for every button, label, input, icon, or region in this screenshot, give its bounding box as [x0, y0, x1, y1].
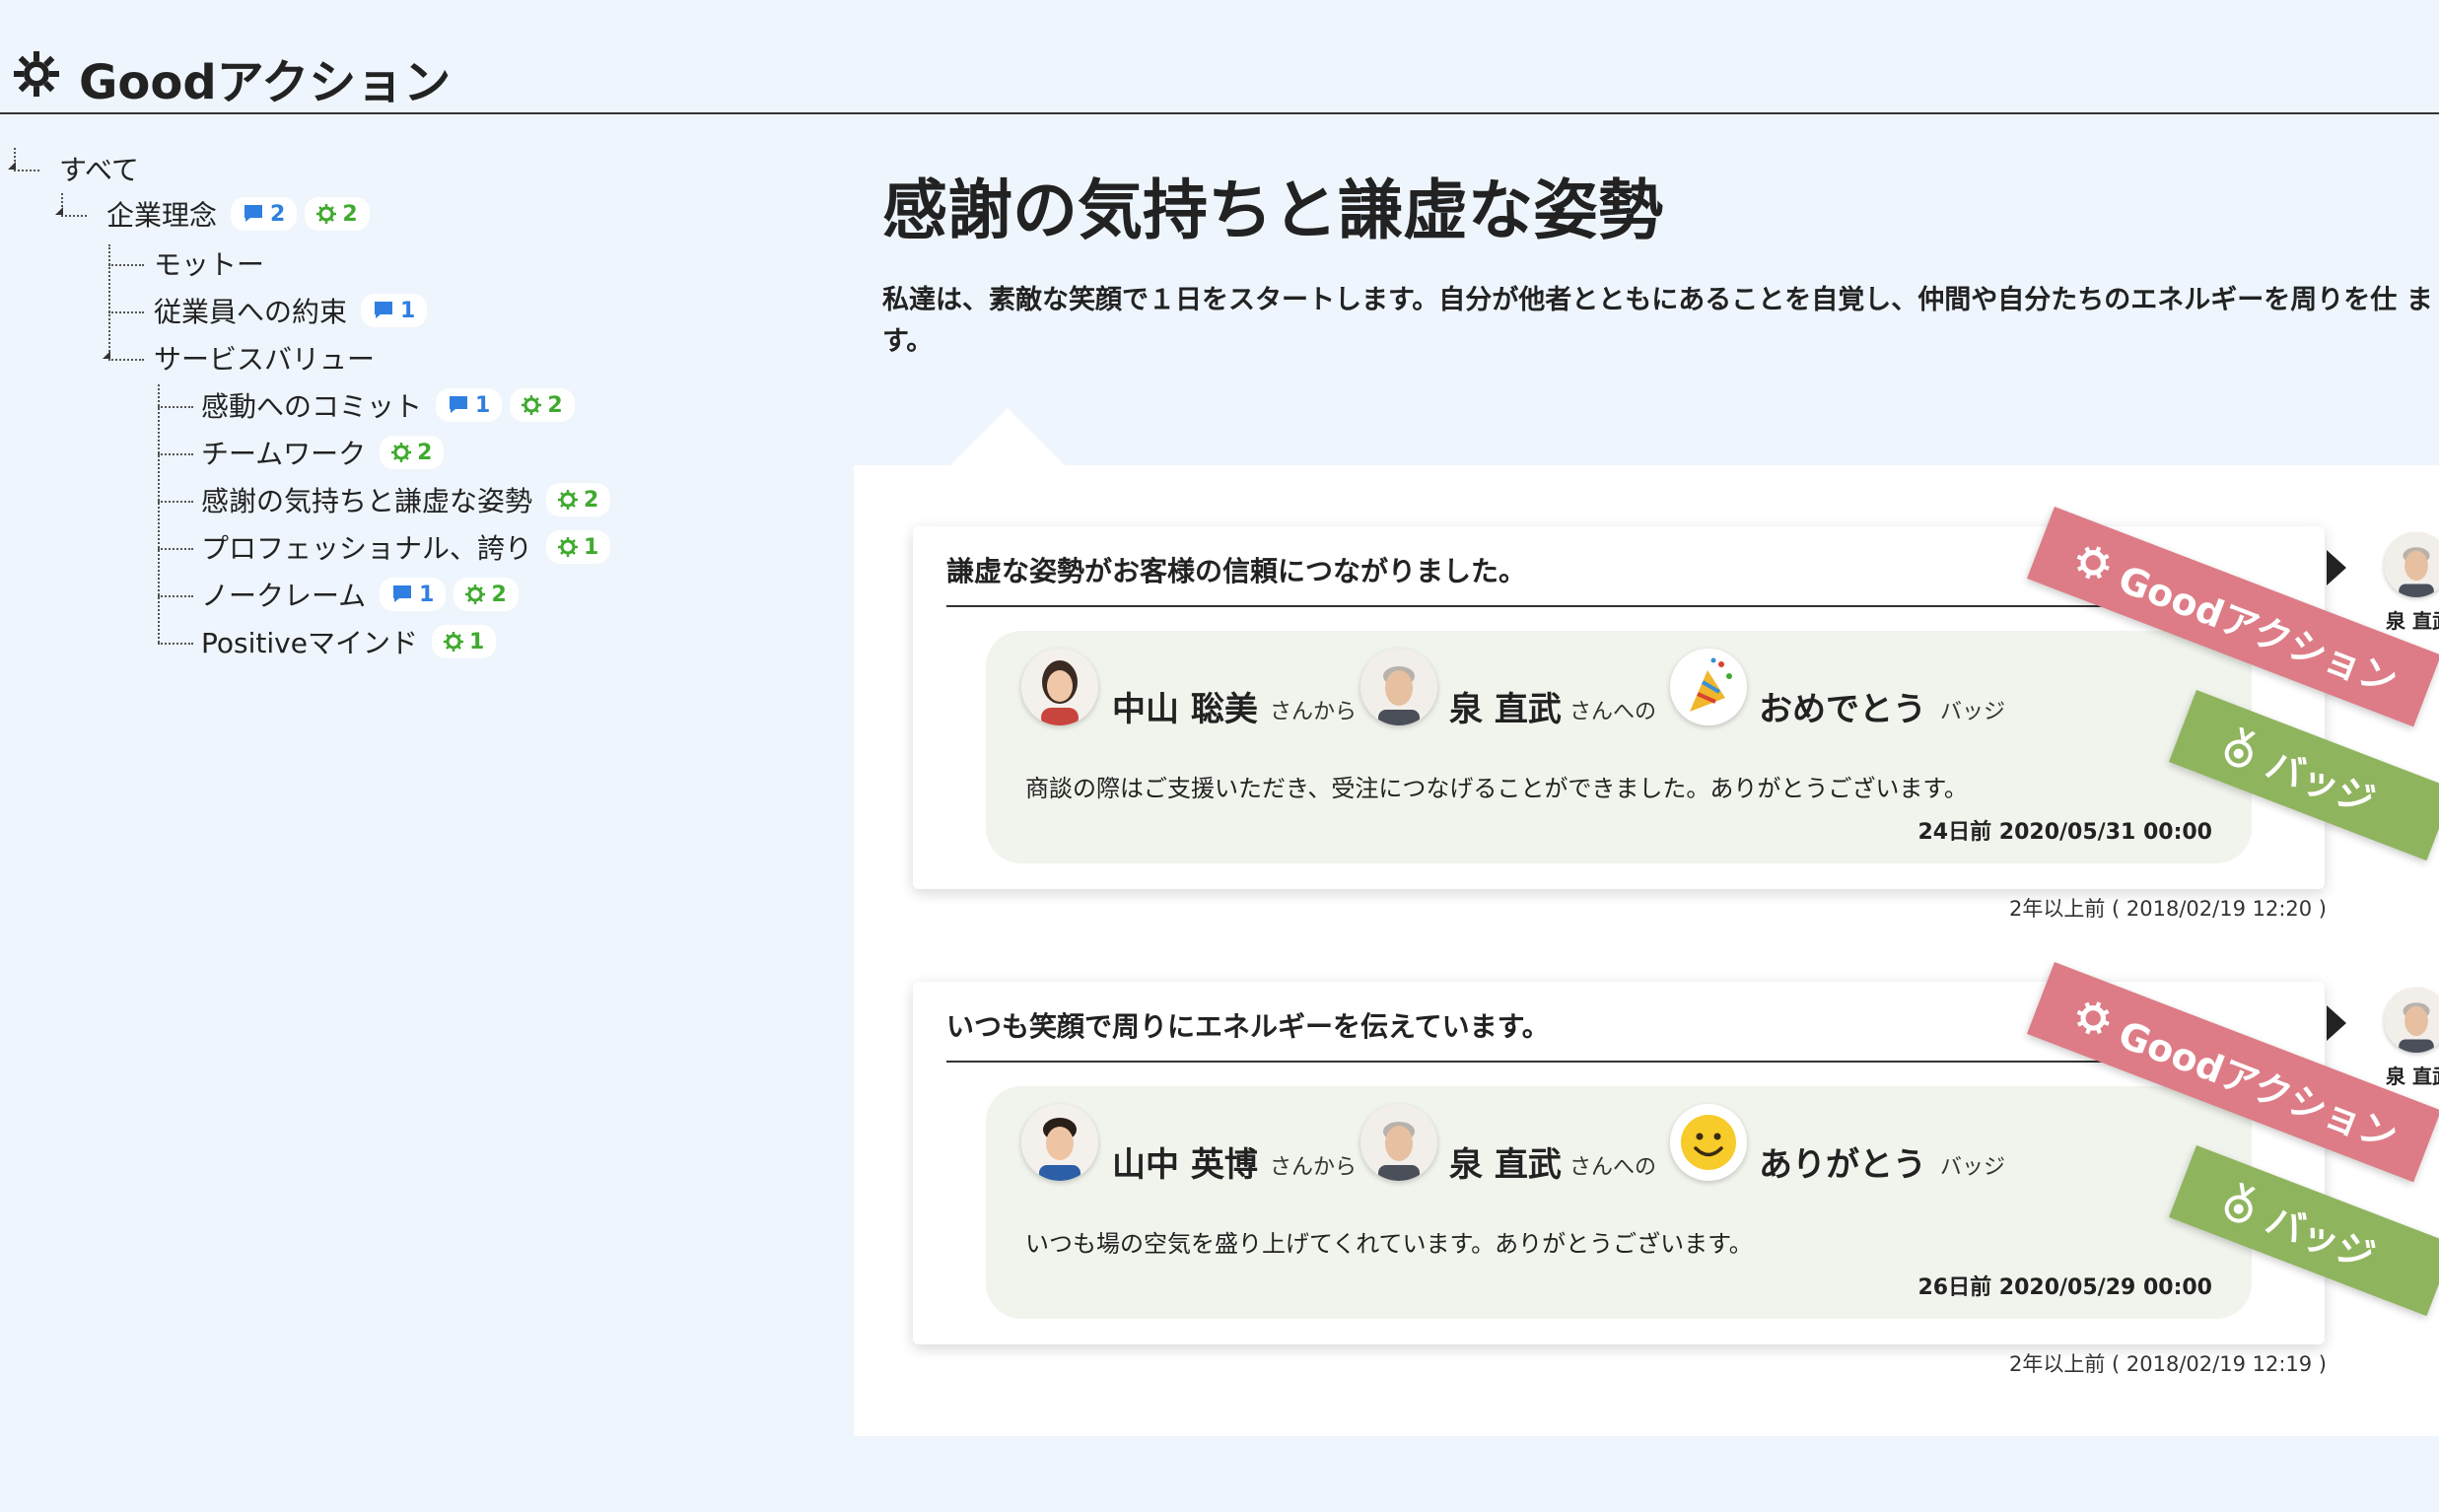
man-avatar-icon: [1360, 1104, 1437, 1181]
recipient-suffix: さんへの: [1569, 700, 1657, 724]
tree-item-commit-to-excitement[interactable]: 感動へのコミット 1 2: [201, 384, 583, 426]
recipient-name: 泉 直武: [1449, 1145, 1562, 1185]
comment-count-badge: 1: [361, 294, 428, 327]
tree-item-no-claim[interactable]: ノークレーム 1 2: [201, 574, 526, 615]
message-timestamp: 24日前 2020/05/31 00:00: [1917, 820, 2213, 845]
badge-message: 中山 聡美 さんから 泉 直武 さんへの おめでとう バッジ 商談の際はご支援い…: [986, 631, 2252, 863]
gear-icon: [465, 584, 486, 604]
tree-item-label: サービスバリュー: [154, 343, 376, 376]
good-count-badge: 2: [380, 436, 445, 469]
page-title: 感謝の気持ちと謙虚な姿勢: [882, 172, 1663, 248]
comment-count-badge: 2: [231, 197, 298, 231]
panel-pointer: [948, 408, 1067, 467]
message-text: いつも場の空気を盛り上げてくれています。ありがとうございます。: [1025, 1230, 1753, 1258]
comment-icon: [244, 205, 263, 222]
sender-suffix: さんから: [1270, 700, 1358, 724]
comment-count: 1: [400, 298, 416, 323]
page-description: 私達は、素敵な笑顔で１日をスタートします。自分が他者とともにあることを自覚し、仲…: [882, 285, 2433, 357]
recipient-avatar[interactable]: [1360, 1104, 1437, 1181]
good-count: 2: [342, 201, 358, 227]
good-count-badge: 2: [510, 388, 575, 422]
tree-item-label: 感動へのコミット: [201, 390, 423, 423]
sender-suffix: さんから: [1270, 1155, 1358, 1180]
good-count: 2: [584, 487, 599, 513]
recipient-side-name: 泉 直武: [2386, 609, 2439, 633]
good-count-badge: 2: [305, 197, 370, 231]
good-count: 1: [468, 629, 485, 654]
gear-icon: [391, 443, 412, 462]
play-arrow-icon[interactable]: [2327, 1005, 2346, 1041]
party-popper-icon: [1670, 649, 1747, 725]
good-count-badge: 2: [453, 578, 519, 611]
good-count: 2: [417, 440, 433, 465]
sender-name: 山中 英博: [1112, 1145, 1258, 1185]
recipient-suffix: さんへの: [1569, 1155, 1657, 1180]
tree-item-label: プロフェッショナル、誇り: [201, 532, 533, 565]
tree-item-label: 従業員への約束: [154, 296, 348, 328]
tree-item-motto[interactable]: モットー: [154, 242, 278, 284]
tree-item-employee-promise[interactable]: 従業員への約束 1: [154, 290, 435, 331]
good-count-badge: 2: [546, 483, 611, 516]
smiley-icon: [1670, 1104, 1747, 1181]
tree-item-service-value[interactable]: サービスバリュー: [154, 337, 388, 378]
tree-item-label: チームワーク: [201, 438, 367, 470]
good-count: 1: [584, 534, 599, 560]
gear-icon: [558, 490, 579, 510]
comment-icon: [393, 585, 412, 602]
category-tree: すべて 企業理念 2 2 モットー 従業員への約束 1 サービスバリュー 感動へ…: [0, 0, 848, 690]
good-count-badge: 1: [431, 625, 497, 658]
recipient-name: 泉 直武: [1449, 690, 1562, 729]
comment-count: 1: [419, 582, 435, 607]
tree-item-gratitude-humility[interactable]: 感謝の気持ちと謙虚な姿勢 2: [201, 479, 618, 520]
man-avatar-icon: [1360, 649, 1437, 725]
gear-icon: [443, 632, 463, 652]
medal-icon: [2224, 1182, 2256, 1223]
tree-item-teamwork[interactable]: チームワーク 2: [201, 432, 452, 473]
sender-avatar[interactable]: [1021, 1104, 1098, 1181]
badge-image: [1670, 649, 1747, 725]
message-timestamp: 26日前 2020/05/29 00:00: [1917, 1275, 2213, 1300]
comment-count: 1: [475, 392, 491, 418]
tree-item-label: ノークレーム: [201, 580, 367, 612]
gear-icon: [558, 537, 579, 557]
good-count: 2: [547, 392, 563, 418]
comment-count-badge: 1: [380, 578, 447, 611]
badge-suffix: バッジ: [1940, 700, 2006, 724]
gear-icon: [522, 395, 542, 415]
tree-item-all[interactable]: すべて: [59, 148, 153, 189]
sender-name: 中山 聡美: [1112, 690, 1258, 729]
tree-item-professional-pride[interactable]: プロフェッショナル、誇り 1: [201, 526, 618, 568]
sender-avatar[interactable]: [1021, 649, 1098, 725]
good-count: 2: [491, 582, 507, 607]
comment-count-badge: 1: [436, 388, 503, 422]
post-timestamp: 2年以上前 ( 2018/02/19 12:19 ): [2009, 1352, 2328, 1376]
man-avatar-icon: [1021, 1104, 1098, 1181]
comment-count: 2: [270, 201, 286, 227]
gear-icon: [316, 204, 337, 224]
tree-item-label: すべて: [59, 154, 139, 186]
comment-icon: [375, 302, 393, 318]
gear-icon: [2076, 1001, 2110, 1035]
badge-message: 山中 英博 さんから 泉 直武 さんへの ありがとう バッジ いつも場の空気を盛…: [986, 1086, 2252, 1319]
badge-name: おめでとう: [1759, 690, 1926, 729]
recipient-side-name: 泉 直武: [2386, 1065, 2439, 1088]
woman-avatar-icon: [1021, 649, 1098, 725]
message-text: 商談の際はご支援いただき、受注につなげることができました。ありがとうございます。: [1025, 775, 1968, 802]
post-timestamp: 2年以上前 ( 2018/02/19 12:20 ): [2009, 897, 2328, 921]
medal-icon: [2224, 726, 2256, 768]
tree-item-corporate-philosophy[interactable]: 企業理念 2 2: [106, 193, 378, 235]
comment-icon: [450, 396, 468, 413]
gear-icon: [2076, 546, 2110, 580]
recipient-avatar[interactable]: [1360, 649, 1437, 725]
tree-item-label: 企業理念: [106, 199, 218, 232]
tree-item-label: モットー: [154, 248, 265, 281]
badge-suffix: バッジ: [1940, 1155, 2006, 1180]
tree-item-label: Positiveマインド: [201, 627, 418, 659]
play-arrow-icon[interactable]: [2327, 550, 2346, 585]
good-count-badge: 1: [546, 530, 611, 564]
tree-item-label: 感謝の気持ちと謙虚な姿勢: [201, 485, 533, 517]
tree-item-positive-mind[interactable]: Positiveマインド 1: [201, 621, 504, 662]
badge-image: [1670, 1104, 1747, 1181]
badge-name: ありがとう: [1759, 1145, 1926, 1185]
